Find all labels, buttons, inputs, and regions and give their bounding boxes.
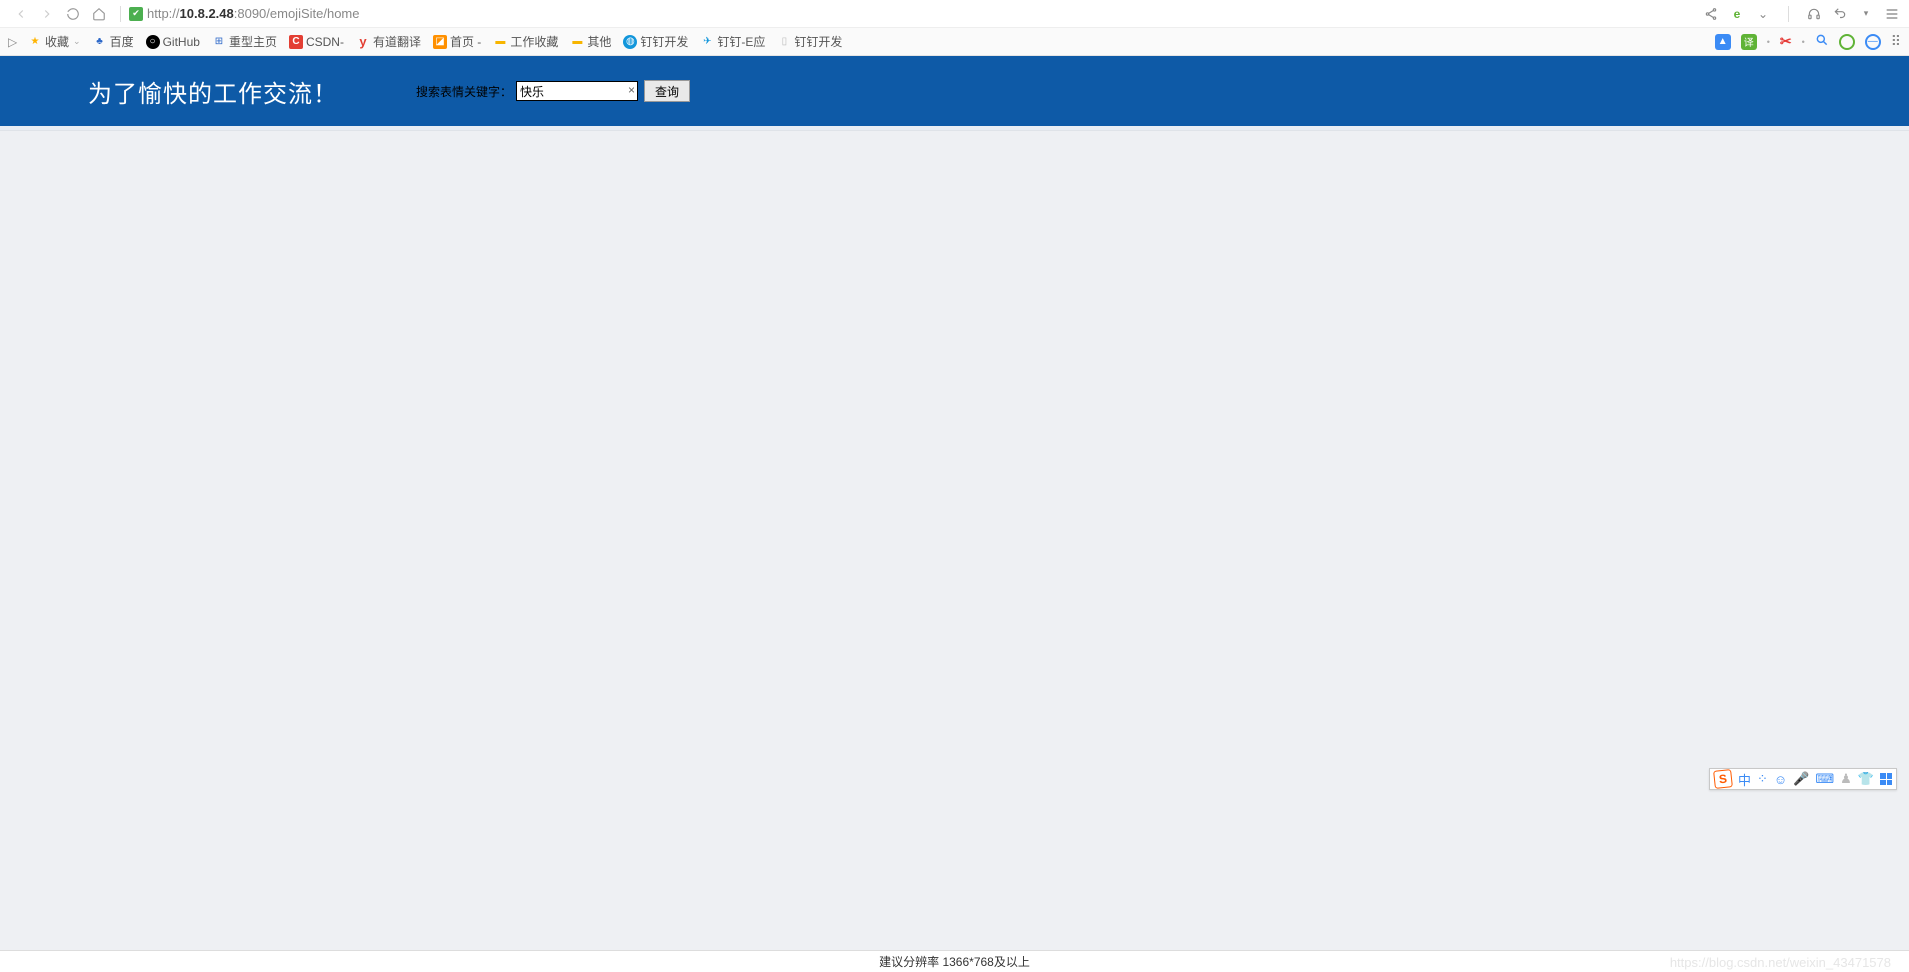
browser-nav-bar: ✔ http://10.8.2.48:8090/emojiSite/home e…: [0, 0, 1909, 28]
bookmark-label: 百度: [110, 33, 134, 50]
forward-button[interactable]: [36, 3, 58, 25]
bookmark-home-page[interactable]: ◪ 首页 -: [433, 33, 481, 50]
share-icon[interactable]: [1702, 5, 1720, 23]
ime-toolbar[interactable]: S 中 ⁘ ☺ 🎤 ⌨ ♟ 👕: [1709, 768, 1897, 790]
search-label: 搜索表情关键字：: [416, 83, 512, 100]
shield-icon: ✔: [129, 7, 143, 21]
folder-icon: ▬: [493, 35, 507, 49]
footer-text: 建议分辨率 1366*768及以上: [879, 953, 1030, 970]
url-host: 10.8.2.48: [180, 6, 234, 21]
home-button[interactable]: [88, 3, 110, 25]
url-display[interactable]: http://10.8.2.48:8090/emojiSite/home: [147, 6, 360, 21]
separator-dot: •: [1767, 37, 1770, 47]
tool-translate-icon[interactable]: 译: [1741, 34, 1757, 50]
file-icon: ▯: [777, 35, 791, 49]
ime-settings-icon[interactable]: [1880, 773, 1892, 785]
bookmark-label: 钉钉-E应: [717, 33, 765, 50]
bookmark-label: 工作收藏: [510, 33, 558, 50]
bookmark-baidu[interactable]: ♣ 百度: [93, 33, 134, 50]
chevron-down-icon[interactable]: ⌄: [1754, 5, 1772, 23]
ime-lang-label[interactable]: 中: [1738, 770, 1751, 789]
ie-icon[interactable]: e: [1728, 5, 1746, 23]
grid-icon: ⊞: [212, 35, 226, 49]
separator: [1788, 6, 1789, 22]
home-square-icon: ◪: [433, 35, 447, 49]
bookmark-label: 首页 -: [450, 33, 481, 50]
undo-icon[interactable]: [1831, 5, 1849, 23]
youdao-icon: y: [356, 35, 370, 49]
ime-punct-icon[interactable]: ⁘: [1757, 771, 1768, 787]
ime-skin-icon[interactable]: 👕: [1858, 771, 1874, 787]
ime-user-icon[interactable]: ♟: [1840, 771, 1852, 787]
bookmark-work-fav[interactable]: ▬ 工作收藏: [493, 33, 558, 50]
bookmark-label: 其他: [587, 33, 611, 50]
plane-icon: ✈: [700, 35, 714, 49]
content-area: [0, 130, 1909, 952]
watermark-text: https://blog.csdn.net/weixin_43471578: [1670, 955, 1891, 970]
bookmark-label: CSDN-: [306, 35, 344, 49]
tool-scissors-icon[interactable]: ✂: [1780, 33, 1792, 50]
tool-apps-icon[interactable]: ⠿: [1891, 33, 1901, 50]
bookmark-dingtalk-dev-2[interactable]: ▯ 钉钉开发: [777, 33, 842, 50]
tool-search-icon[interactable]: [1815, 33, 1829, 50]
search-button[interactable]: 查询: [644, 80, 690, 102]
undo-dropdown-icon[interactable]: ▾: [1857, 5, 1875, 23]
bookmark-label: 收藏: [45, 33, 69, 50]
chevron-down-icon: ⌄: [73, 36, 81, 47]
bookmark-label: 钉钉开发: [794, 33, 842, 50]
tool-green-circle-icon[interactable]: [1839, 34, 1855, 50]
ime-keyboard-icon[interactable]: ⌨: [1815, 771, 1834, 787]
tool-triangle-icon[interactable]: ▲: [1715, 34, 1731, 50]
bookmark-dingtalk-e[interactable]: ✈ 钉钉-E应: [700, 33, 765, 50]
page-header: 为了愉快的工作交流！ 搜索表情关键字： × 查询: [0, 56, 1909, 130]
bookmark-expand-icon[interactable]: ▷: [8, 35, 22, 49]
globe-icon: ◍: [623, 35, 637, 49]
star-icon: ★: [28, 35, 42, 49]
separator: [120, 6, 121, 22]
bookmark-right-tools: ▲ 译 • ✂ • — ⠿: [1715, 33, 1901, 50]
bookmark-heavy-home[interactable]: ⊞ 重型主页: [212, 33, 277, 50]
bookmark-dingtalk-dev-1[interactable]: ◍ 钉钉开发: [623, 33, 688, 50]
bookmark-label: GitHub: [163, 35, 200, 49]
headphones-icon[interactable]: [1805, 5, 1823, 23]
paw-icon: ♣: [93, 35, 107, 49]
page-title: 为了愉快的工作交流！: [88, 74, 338, 109]
bookmark-label: 钉钉开发: [640, 33, 688, 50]
search-input[interactable]: [516, 81, 638, 101]
menu-icon[interactable]: [1883, 5, 1901, 23]
url-path: :8090/emojiSite/home: [234, 6, 360, 21]
bookmark-favorites[interactable]: ★ 收藏 ⌄: [28, 33, 81, 50]
bookmark-label: 有道翻译: [373, 33, 421, 50]
bookmark-other[interactable]: ▬ 其他: [570, 33, 611, 50]
bookmark-label: 重型主页: [229, 33, 277, 50]
reload-button[interactable]: [62, 3, 84, 25]
search-area: 搜索表情关键字： × 查询: [416, 80, 690, 102]
ime-emoji-icon[interactable]: ☺: [1774, 772, 1787, 787]
folder-icon: ▬: [570, 35, 584, 49]
tool-minimize-icon[interactable]: —: [1865, 34, 1881, 50]
sogou-logo-icon[interactable]: S: [1713, 769, 1733, 789]
separator-dot: •: [1802, 37, 1805, 47]
ime-mic-icon[interactable]: 🎤: [1793, 771, 1809, 787]
bookmark-bar: ▷ ★ 收藏 ⌄ ♣ 百度 ○ GitHub ⊞ 重型主页 C CSDN- y …: [0, 28, 1909, 56]
bookmark-github[interactable]: ○ GitHub: [146, 35, 200, 49]
bookmark-youdao[interactable]: y 有道翻译: [356, 33, 421, 50]
bookmark-csdn[interactable]: C CSDN-: [289, 35, 344, 49]
csdn-icon: C: [289, 35, 303, 49]
browser-right-controls: e ⌄ ▾: [1702, 5, 1901, 23]
github-icon: ○: [146, 35, 160, 49]
footer-bar: 建议分辨率 1366*768及以上: [0, 950, 1909, 972]
url-prefix: http://: [147, 6, 180, 21]
clear-input-icon[interactable]: ×: [628, 83, 635, 97]
back-button[interactable]: [10, 3, 32, 25]
